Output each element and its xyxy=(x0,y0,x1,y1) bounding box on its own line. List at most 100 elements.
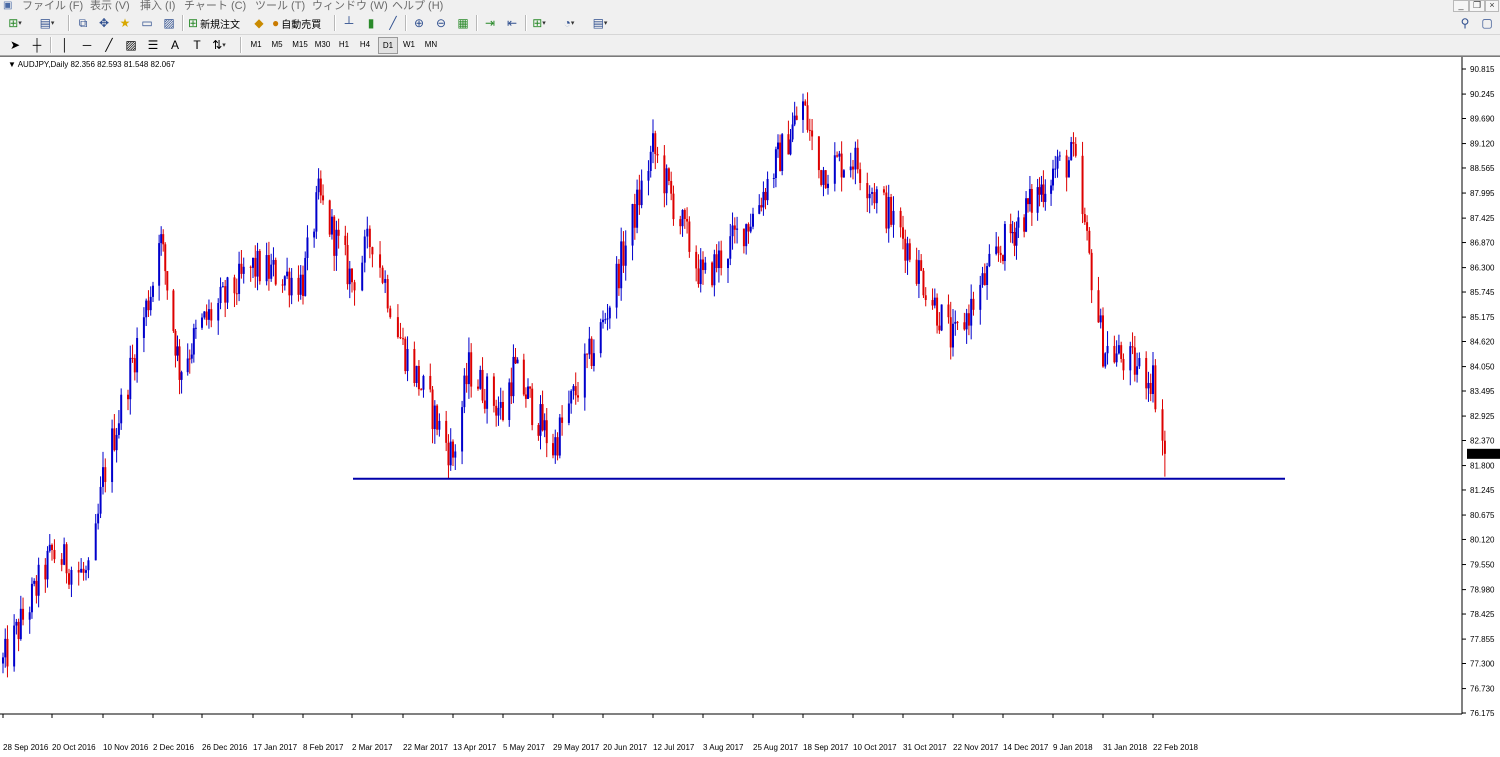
line-chart-button[interactable]: ╱ xyxy=(384,14,402,32)
time-tick-label: 22 Feb 2018 xyxy=(1153,743,1198,752)
new-chart-button[interactable]: ⊞ ▾ xyxy=(6,14,24,32)
bear-candle xyxy=(1065,155,1068,178)
bull-candle xyxy=(186,358,189,373)
minimize-icon[interactable]: _ xyxy=(1453,0,1469,12)
price-tick-label: 84.050 xyxy=(1470,363,1495,372)
close-icon[interactable]: × xyxy=(1485,0,1499,12)
timeframe-m5-button[interactable]: M5 xyxy=(268,37,286,52)
bear-candle xyxy=(956,321,959,323)
arrows-button[interactable]: ⇅ ▾ xyxy=(210,36,228,54)
line-studies-toolbar: ➤ ┼ │ ─ ╱ ▨ ☰ A T ⇅ ▾ M1 M5 M15 M30 H1 H4 D1 W1 M… xyxy=(0,35,1500,56)
bull-candle xyxy=(486,376,489,409)
text-button[interactable]: A xyxy=(166,36,184,54)
bear-candle xyxy=(1081,155,1084,215)
cursor-button[interactable]: ➤ xyxy=(6,36,24,54)
time-tick-label: 2 Mar 2017 xyxy=(352,743,393,752)
bear-candle xyxy=(35,580,38,596)
bull-candle xyxy=(717,250,720,269)
menu-help[interactable]: ヘルプ (H) xyxy=(392,0,443,12)
tile-windows-button[interactable]: ▦ xyxy=(454,14,472,32)
profiles-button[interactable]: ▤ ▾ xyxy=(38,14,56,32)
candlestick-button[interactable]: ▮ xyxy=(362,14,380,32)
zoom-out-button[interactable]: ⊖ xyxy=(432,14,450,32)
time-tick-label: 13 Apr 2017 xyxy=(453,743,497,752)
templates-button[interactable]: ▤ ▾ xyxy=(591,14,609,32)
bull-candle xyxy=(1067,160,1070,178)
data-window-button[interactable]: ✥ xyxy=(95,14,113,32)
timeframe-mn-button[interactable]: MN xyxy=(421,37,441,52)
bar-chart-button[interactable]: ┴ xyxy=(340,14,358,32)
restore-icon[interactable]: ❐ xyxy=(1469,0,1485,12)
templates-icon: ▤ xyxy=(592,16,604,30)
bear-candle xyxy=(172,290,175,331)
bear-candle xyxy=(577,395,579,398)
navigator-button[interactable]: ★ xyxy=(116,14,134,32)
chart-shift-button[interactable]: ⇤ xyxy=(503,14,521,32)
app-icon: ▣ xyxy=(3,0,13,11)
price-chart[interactable]: 90.815 90.245 89.690 89.120 88.565 87.995 87.4… xyxy=(0,57,1500,757)
bull-candle xyxy=(558,417,561,456)
horizontal-line-button[interactable]: ─ xyxy=(78,36,96,54)
trendline-button[interactable]: ╱ xyxy=(100,36,118,54)
bull-candle xyxy=(306,237,309,258)
text-label-icon: T xyxy=(193,38,201,52)
timeframe-m30-button[interactable]: M30 xyxy=(312,37,333,52)
new-order-button[interactable]: ⊞ 新規注文 xyxy=(188,14,240,32)
metaeditor-button[interactable]: ◆ xyxy=(250,14,268,32)
bull-candle xyxy=(176,346,179,356)
bull-candle xyxy=(766,178,769,201)
bull-candle xyxy=(854,147,857,170)
bear-candle xyxy=(131,357,134,359)
timeframe-w1-button[interactable]: W1 xyxy=(400,37,418,52)
text-label-button[interactable]: T xyxy=(188,36,206,54)
bull-candle xyxy=(802,101,804,120)
market-watch-icon: ⧉ xyxy=(78,15,88,30)
fibonacci-button[interactable]: ☰ xyxy=(144,36,162,54)
bull-candle xyxy=(242,266,245,274)
crosshair-button[interactable]: ┼ xyxy=(28,36,46,54)
bull-candle xyxy=(681,210,684,227)
vertical-line-button[interactable]: │ xyxy=(56,36,74,54)
menu-view[interactable]: 表示 (V) xyxy=(90,0,130,12)
indicators-button[interactable]: ⊞ ▾ xyxy=(530,14,548,32)
menu-insert[interactable]: 挿入 (I) xyxy=(140,0,175,12)
bear-candle xyxy=(258,250,261,282)
menu-file[interactable]: ファイル (F) xyxy=(22,0,83,12)
bull-candle xyxy=(1129,346,1132,371)
bull-candle xyxy=(1152,365,1154,395)
periods-button[interactable]: ◔ ▾ xyxy=(560,14,578,32)
bear-candle xyxy=(804,101,807,106)
timeframe-h4-button[interactable]: H4 xyxy=(356,37,374,52)
bear-candle xyxy=(396,317,399,338)
chart-window[interactable]: 90.815 90.245 89.690 89.120 88.565 87.995 87.4… xyxy=(0,56,1500,757)
terminal-button[interactable]: ▭ xyxy=(138,14,156,32)
new-order-label: 新規注文 xyxy=(200,19,241,31)
chat-button[interactable]: ▢ xyxy=(1478,14,1496,32)
bull-candle xyxy=(226,277,229,303)
timeframe-d1-button[interactable]: D1 xyxy=(378,37,398,54)
strategy-tester-button[interactable]: ▨ xyxy=(160,14,178,32)
bull-candle xyxy=(952,323,954,348)
auto-scroll-button[interactable]: ⇥ xyxy=(481,14,499,32)
bear-candle xyxy=(1002,255,1004,262)
bear-candle xyxy=(859,169,862,184)
menu-window[interactable]: ウィンドウ (W) xyxy=(312,0,388,12)
timeframe-m1-button[interactable]: M1 xyxy=(247,37,265,52)
bull-candle xyxy=(463,375,466,408)
search-button[interactable]: ⚲ xyxy=(1456,14,1474,32)
bear-candle xyxy=(402,338,404,340)
price-tick-label: 89.120 xyxy=(1470,140,1495,149)
auto-trading-button[interactable]: ● 自動売買 xyxy=(272,14,321,32)
timeframe-m15-button[interactable]: M15 xyxy=(290,37,310,52)
channel-button[interactable]: ▨ xyxy=(122,36,140,54)
time-tick-label: 31 Jan 2018 xyxy=(1103,743,1148,752)
bull-candle xyxy=(499,401,502,408)
bear-candle xyxy=(760,205,763,208)
market-watch-button[interactable]: ⧉ xyxy=(74,14,92,32)
menu-tools[interactable]: ツール (T) xyxy=(255,0,305,12)
candlestick-icon: ▮ xyxy=(367,16,375,30)
zoom-in-button[interactable]: ⊕ xyxy=(410,14,428,32)
menu-charts[interactable]: チャート (C) xyxy=(184,0,246,12)
timeframe-h1-button[interactable]: H1 xyxy=(335,37,353,52)
time-tick-label: 12 Jul 2017 xyxy=(653,743,695,752)
